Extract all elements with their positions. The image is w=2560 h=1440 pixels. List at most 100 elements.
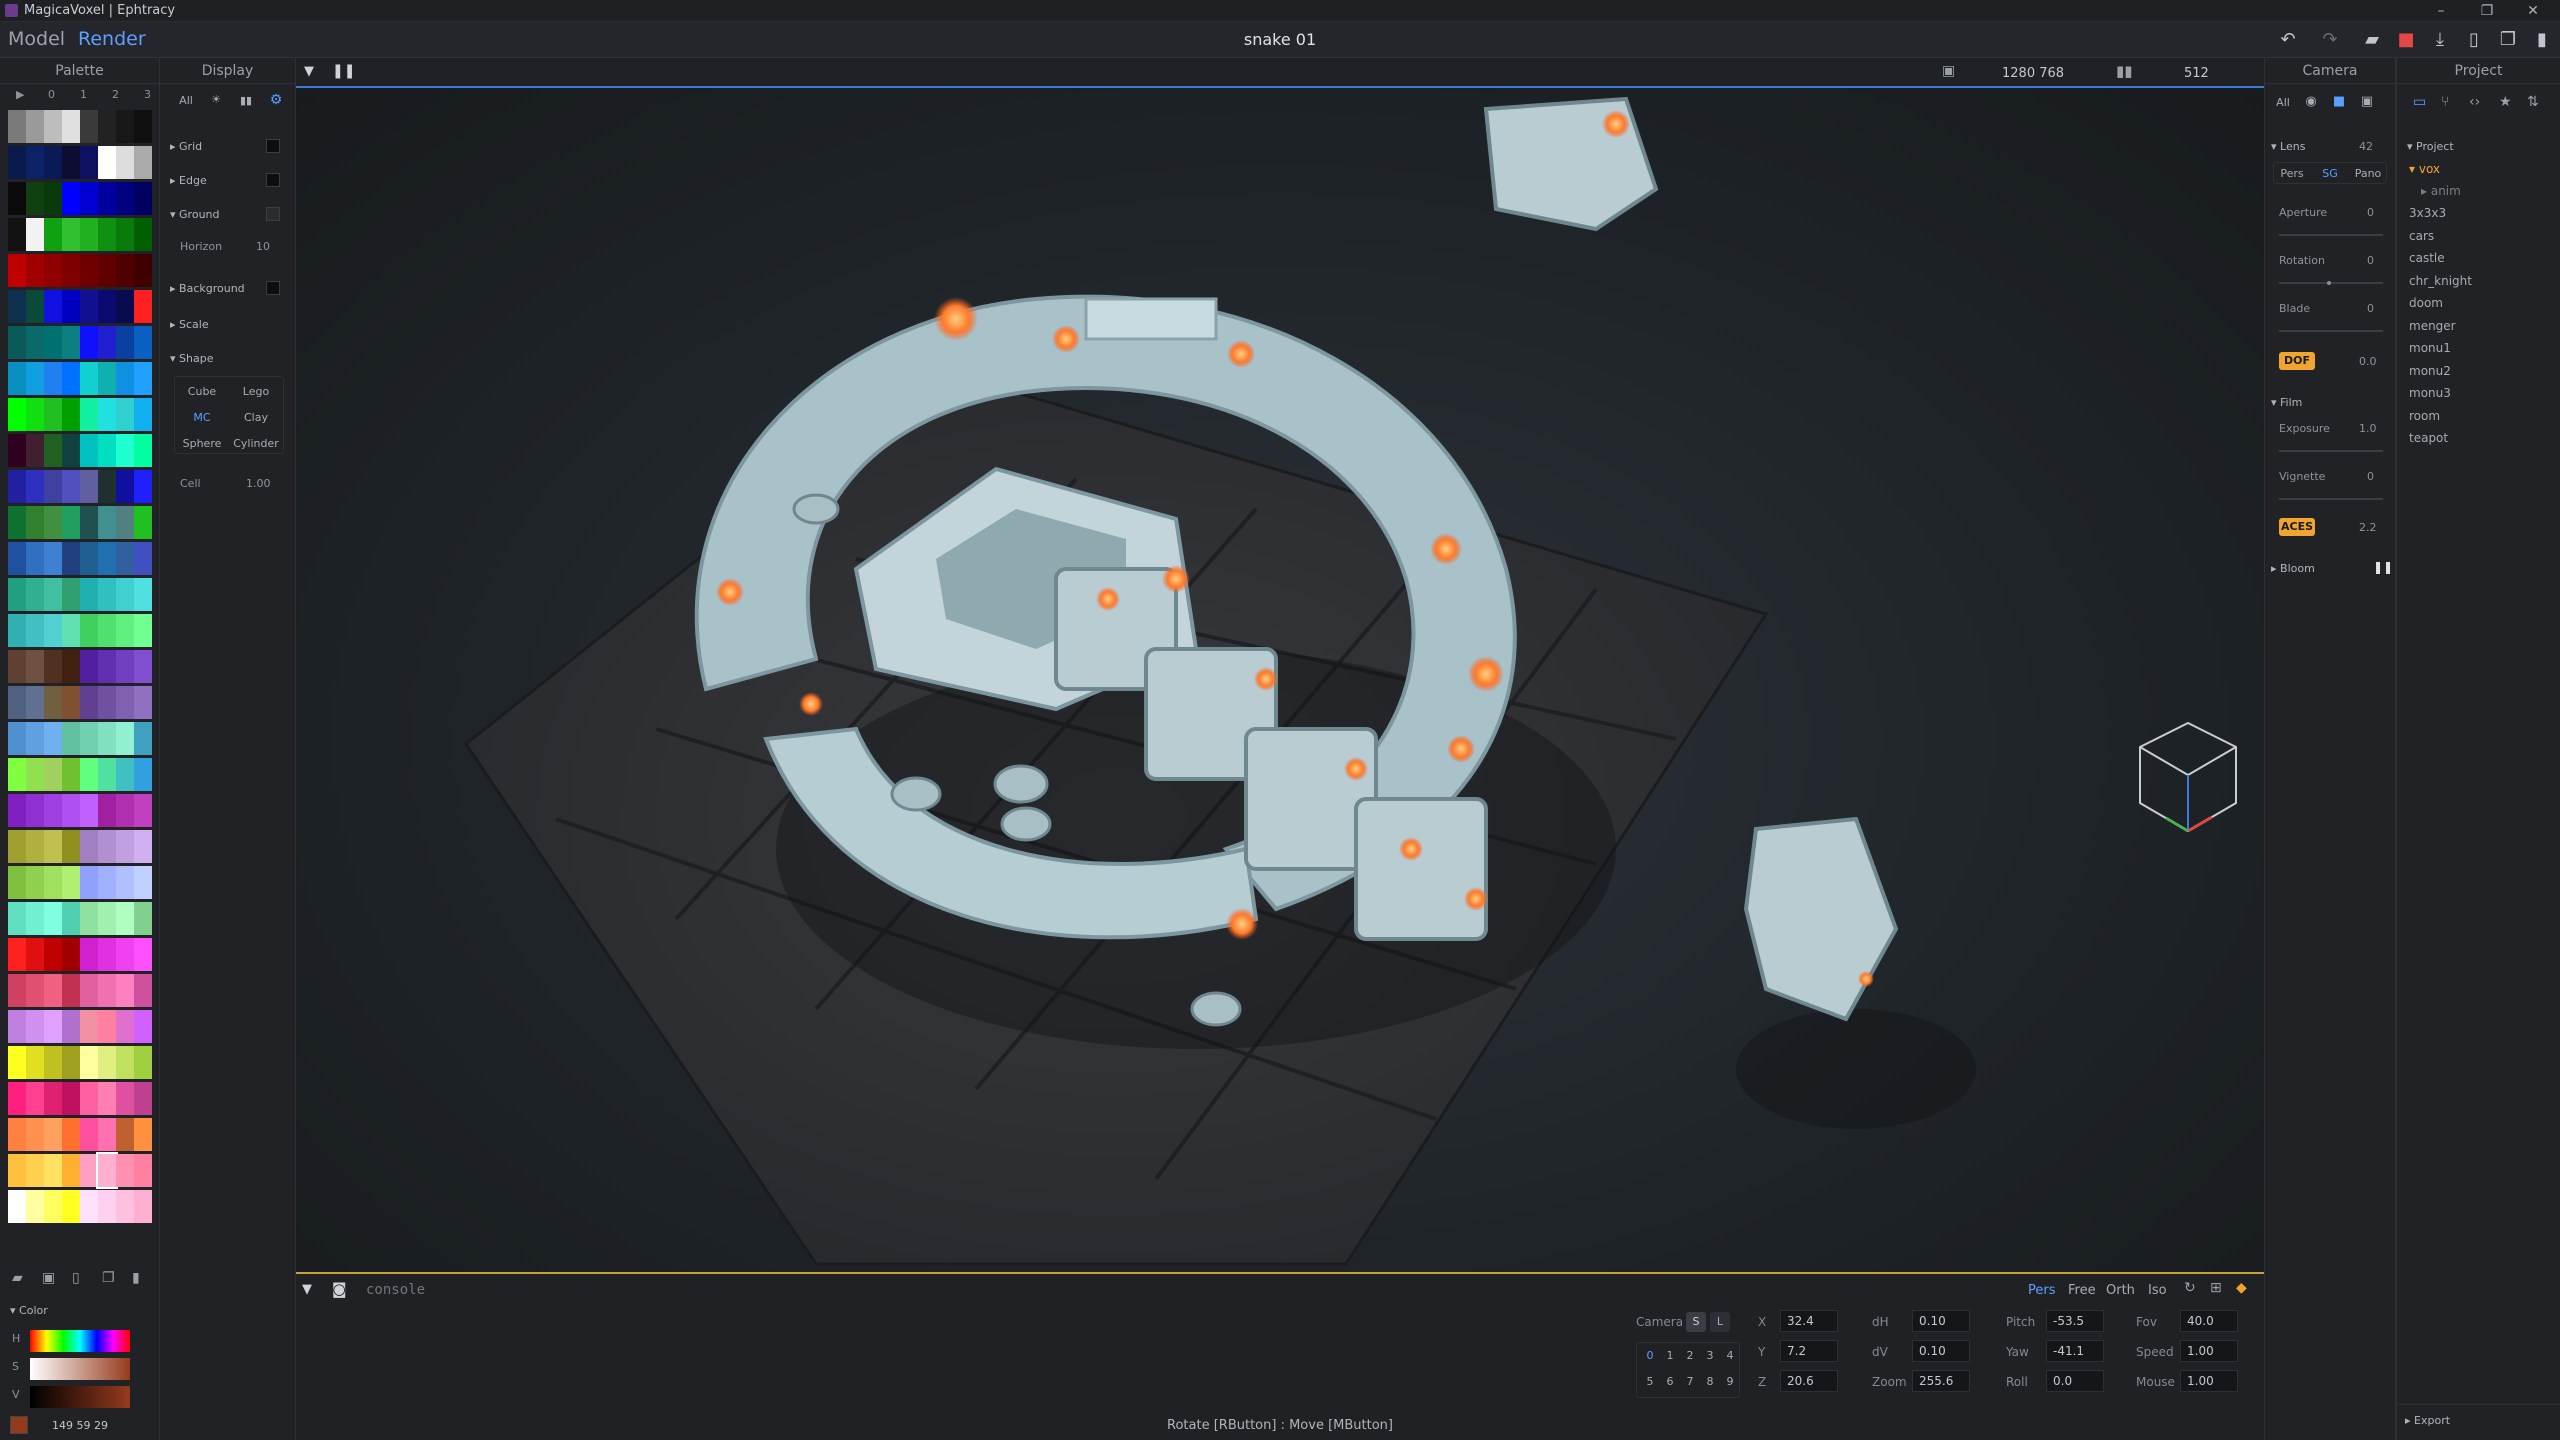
- palette-swatch[interactable]: [134, 1046, 152, 1079]
- palette-swatch[interactable]: [80, 110, 98, 143]
- palette-swatch[interactable]: [80, 254, 98, 287]
- palette-swatch[interactable]: [26, 578, 44, 611]
- palette-swatch[interactable]: [80, 398, 98, 431]
- palette-swatch[interactable]: [62, 830, 80, 863]
- copy-icon[interactable]: ❐: [2496, 28, 2520, 52]
- palette-swatch[interactable]: [8, 542, 26, 575]
- palette-swatch[interactable]: [44, 686, 62, 719]
- palette-swatch[interactable]: [44, 1154, 62, 1187]
- palette-swatch[interactable]: [26, 110, 44, 143]
- camera-tab-camera[interactable]: ■: [2327, 94, 2351, 109]
- bloom-section[interactable]: ▸ Bloom: [2271, 562, 2315, 575]
- trash-icon[interactable]: ▮: [132, 1270, 140, 1286]
- palette-swatch[interactable]: [134, 254, 152, 287]
- palette-swatch[interactable]: [8, 506, 26, 539]
- cell-value[interactable]: 1.00: [246, 477, 271, 490]
- edge-color-swatch[interactable]: [266, 173, 280, 187]
- palette-swatch[interactable]: [8, 794, 26, 827]
- palette-swatch[interactable]: [8, 1010, 26, 1043]
- palette-swatch[interactable]: [80, 1010, 98, 1043]
- palette-swatch[interactable]: [80, 614, 98, 647]
- palette-swatch[interactable]: [98, 290, 116, 323]
- palette-swatch[interactable]: [116, 866, 134, 899]
- palette-swatch[interactable]: [44, 866, 62, 899]
- palette-swatch[interactable]: [8, 146, 26, 179]
- palette-swatch[interactable]: [134, 110, 152, 143]
- speed-field[interactable]: 1.00: [2180, 1340, 2238, 1362]
- hue-slider[interactable]: [30, 1330, 130, 1352]
- camera-slot-8[interactable]: 8: [1701, 1375, 1719, 1388]
- aces-value[interactable]: 2.2: [2359, 521, 2377, 534]
- palette-swatch[interactable]: [62, 470, 80, 503]
- palette-swatch[interactable]: [80, 902, 98, 935]
- palette-swatch[interactable]: [62, 938, 80, 971]
- palette-swatch[interactable]: [116, 290, 134, 323]
- palette-swatch[interactable]: [26, 434, 44, 467]
- palette-swatch[interactable]: [8, 1082, 26, 1115]
- palette-swatch[interactable]: [80, 146, 98, 179]
- dv-field[interactable]: 0.10: [1912, 1340, 1970, 1362]
- project-item-monu1[interactable]: monu1: [2409, 337, 2451, 359]
- palette-swatch[interactable]: [8, 1046, 26, 1079]
- palette-swatch[interactable]: [134, 470, 152, 503]
- pause-render-icon[interactable]: ❚❚: [332, 63, 355, 79]
- palette-swatch[interactable]: [116, 542, 134, 575]
- palette-swatch[interactable]: [62, 254, 80, 287]
- palette-page-0[interactable]: ▶: [16, 88, 24, 101]
- palette-swatch[interactable]: [80, 1154, 98, 1187]
- palette-swatch[interactable]: [80, 1046, 98, 1079]
- lens-section[interactable]: ▾ Lens: [2271, 140, 2305, 153]
- palette-swatch[interactable]: [8, 1190, 26, 1223]
- palette-swatch[interactable]: [26, 938, 44, 971]
- palette-swatch[interactable]: [116, 1190, 134, 1223]
- palette-swatch[interactable]: [98, 830, 116, 863]
- palette-swatch[interactable]: [98, 398, 116, 431]
- palette-swatch[interactable]: [26, 398, 44, 431]
- aperture-slider[interactable]: [2279, 234, 2383, 236]
- palette-swatch[interactable]: [62, 722, 80, 755]
- palette-swatch[interactable]: [98, 218, 116, 251]
- palette-swatch[interactable]: [62, 182, 80, 215]
- project-item-doom[interactable]: doom: [2409, 292, 2443, 314]
- palette-swatch[interactable]: [80, 938, 98, 971]
- display-tab-settings[interactable]: ⚙: [264, 92, 288, 108]
- shape-cube[interactable]: Cube: [177, 385, 227, 398]
- camera-slot-1[interactable]: 1: [1661, 1349, 1679, 1362]
- palette-swatch[interactable]: [98, 182, 116, 215]
- palette-swatch[interactable]: [134, 506, 152, 539]
- palette-swatch[interactable]: [8, 290, 26, 323]
- vignette-value[interactable]: 0: [2367, 470, 2374, 483]
- palette-swatch[interactable]: [44, 326, 62, 359]
- camera-slot-6[interactable]: 6: [1661, 1375, 1679, 1388]
- palette-swatch[interactable]: [8, 398, 26, 431]
- export-section[interactable]: ▸ Export: [2405, 1414, 2450, 1427]
- palette-swatch[interactable]: [80, 1190, 98, 1223]
- palette-swatch[interactable]: [80, 362, 98, 395]
- ground-section[interactable]: ▾ Ground: [170, 208, 220, 221]
- project-item-monu2[interactable]: monu2: [2409, 360, 2451, 382]
- exposure-value[interactable]: 1.0: [2359, 422, 2377, 435]
- y-field[interactable]: 7.2: [1780, 1340, 1838, 1362]
- palette-swatch[interactable]: [98, 1190, 116, 1223]
- display-tab-light[interactable]: ☀: [204, 93, 228, 106]
- mouse-field[interactable]: 1.00: [2180, 1370, 2238, 1392]
- palette-swatch[interactable]: [98, 1118, 116, 1151]
- camera-slot-5[interactable]: 5: [1641, 1375, 1659, 1388]
- palette-swatch[interactable]: [134, 146, 152, 179]
- dof-button[interactable]: DOF: [2279, 352, 2315, 370]
- palette-swatch[interactable]: [116, 218, 134, 251]
- edge-section[interactable]: ▸ Edge: [170, 174, 207, 187]
- palette-swatch[interactable]: [62, 794, 80, 827]
- palette-swatch[interactable]: [80, 830, 98, 863]
- console-menu-icon[interactable]: ▼: [302, 1282, 312, 1297]
- palette-swatch[interactable]: [44, 398, 62, 431]
- palette-swatch[interactable]: [80, 182, 98, 215]
- orientation-cube-icon[interactable]: [2136, 719, 2240, 839]
- palette-swatch[interactable]: [116, 398, 134, 431]
- palette-swatch[interactable]: [134, 542, 152, 575]
- palette-swatch[interactable]: [26, 254, 44, 287]
- palette-swatch[interactable]: [26, 1046, 44, 1079]
- palette-swatch[interactable]: [80, 1118, 98, 1151]
- palette-swatch[interactable]: [80, 542, 98, 575]
- grid-color-swatch[interactable]: [266, 139, 280, 153]
